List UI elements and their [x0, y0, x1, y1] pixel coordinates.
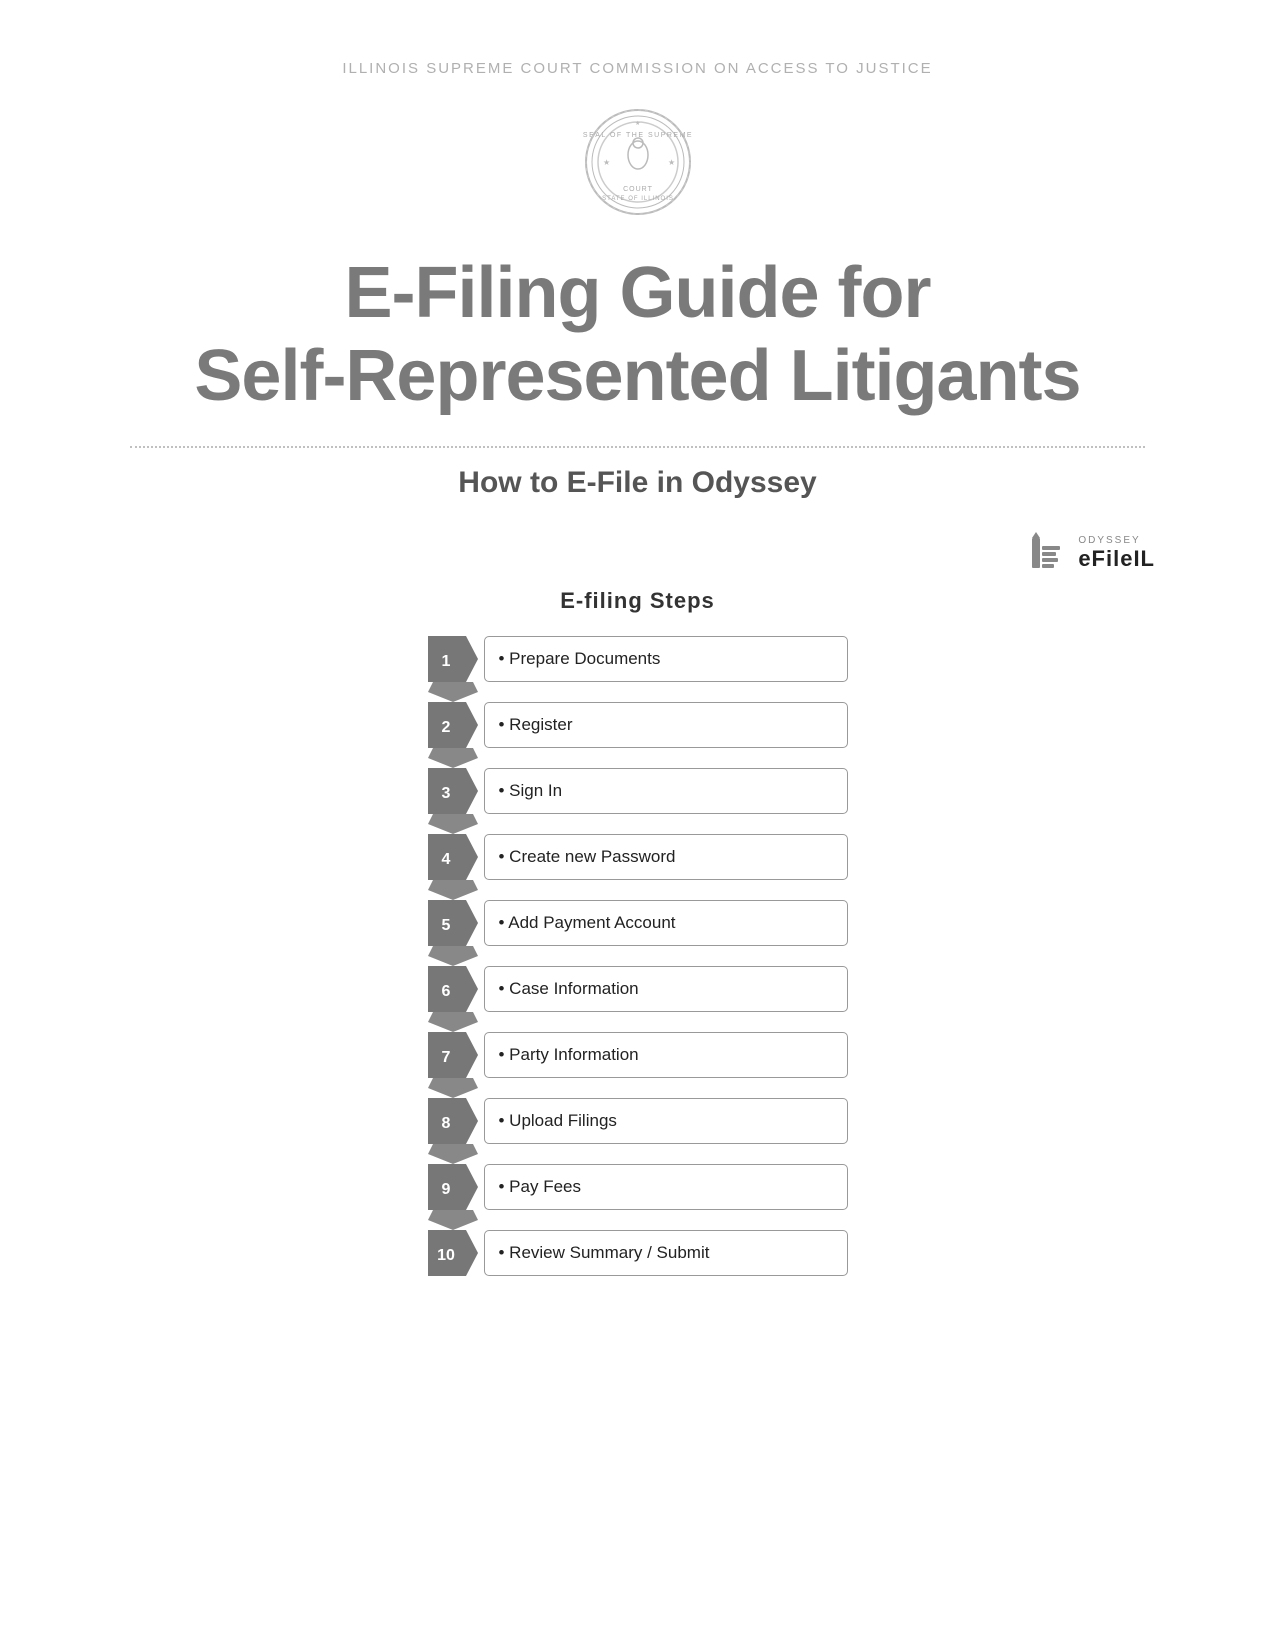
step-row-10: 10 • Review Summary / Submit	[428, 1230, 848, 1276]
step-label-1: • Prepare Documents	[484, 636, 848, 682]
step-arrow-icon: 5	[428, 900, 478, 946]
step-connector-9	[428, 1210, 478, 1230]
step-badge-1: 1	[428, 636, 478, 682]
step-connector-5	[428, 946, 478, 966]
step-badge-3: 3	[428, 768, 478, 814]
step-label-4: • Create new Password	[484, 834, 848, 880]
svg-text:COURT: COURT	[623, 186, 653, 193]
svg-text:4: 4	[441, 851, 450, 868]
step-entry-4: 4 • Create new Password	[428, 834, 848, 900]
subtitle: How to E-File in Odyssey	[458, 466, 816, 500]
step-arrow-icon: 1	[428, 636, 478, 682]
svg-text:★: ★	[668, 158, 675, 167]
step-row-4: 4 • Create new Password	[428, 834, 848, 880]
step-arrow-icon: 4	[428, 834, 478, 880]
step-label-3: • Sign In	[484, 768, 848, 814]
odyssey-logo: ODYSSEY eFileIL	[1022, 530, 1155, 578]
step-entry-8: 8 • Upload Filings	[428, 1098, 848, 1164]
steps-heading: E-filing Steps	[560, 588, 715, 614]
step-badge-2: 2	[428, 702, 478, 748]
step-label-7: • Party Information	[484, 1032, 848, 1078]
svg-text:6: 6	[441, 983, 450, 1000]
step-entry-1: 1 • Prepare Documents	[428, 636, 848, 702]
step-entry-7: 7 • Party Information	[428, 1032, 848, 1098]
step-row-6: 6 • Case Information	[428, 966, 848, 1012]
step-badge-10: 10	[428, 1230, 478, 1276]
step-arrow-icon: 7	[428, 1032, 478, 1078]
connector-arrow-icon	[428, 814, 478, 834]
connector-arrow-icon	[428, 1078, 478, 1098]
connector-arrow-icon	[428, 1144, 478, 1164]
step-arrow-icon: 2	[428, 702, 478, 748]
connector-arrow-icon	[428, 1012, 478, 1032]
step-badge-9: 9	[428, 1164, 478, 1210]
connector-arrow-icon	[428, 748, 478, 768]
svg-text:9: 9	[441, 1181, 450, 1198]
step-label-5: • Add Payment Account	[484, 900, 848, 946]
step-row-8: 8 • Upload Filings	[428, 1098, 848, 1144]
step-entry-9: 9 • Pay Fees	[428, 1164, 848, 1230]
step-entry-5: 5 • Add Payment Account	[428, 900, 848, 966]
svg-text:3: 3	[441, 785, 450, 802]
step-arrow-icon: 10	[428, 1230, 478, 1276]
connector-arrow-icon	[428, 946, 478, 966]
title-divider	[130, 446, 1146, 448]
step-connector-3	[428, 814, 478, 834]
step-arrow-icon: 9	[428, 1164, 478, 1210]
step-connector-2	[428, 748, 478, 768]
step-row-2: 2 • Register	[428, 702, 848, 748]
step-row-3: 3 • Sign In	[428, 768, 848, 814]
step-connector-7	[428, 1078, 478, 1098]
svg-text:1: 1	[441, 653, 450, 670]
connector-arrow-icon	[428, 880, 478, 900]
step-label-9: • Pay Fees	[484, 1164, 848, 1210]
step-connector-6	[428, 1012, 478, 1032]
step-badge-8: 8	[428, 1098, 478, 1144]
step-label-8: • Upload Filings	[484, 1098, 848, 1144]
step-connector-1	[428, 682, 478, 702]
efile-label: eFileIL	[1078, 546, 1155, 572]
page-wrapper: ILLINOIS SUPREME COURT COMMISSION ON ACC…	[0, 0, 1275, 1650]
svg-text:5: 5	[441, 917, 450, 934]
svg-text:7: 7	[441, 1049, 450, 1066]
step-label-10: • Review Summary / Submit	[484, 1230, 848, 1276]
steps-list: 1 • Prepare Documents 2 • Register 3 • S…	[428, 636, 848, 1276]
odyssey-logo-icon	[1022, 530, 1070, 578]
step-label-2: • Register	[484, 702, 848, 748]
step-label-6: • Case Information	[484, 966, 848, 1012]
step-arrow-icon: 6	[428, 966, 478, 1012]
main-title: E-Filing Guide for Self-Represented Liti…	[194, 252, 1080, 418]
step-badge-4: 4	[428, 834, 478, 880]
step-badge-5: 5	[428, 900, 478, 946]
step-entry-3: 3 • Sign In	[428, 768, 848, 834]
svg-text:★: ★	[635, 120, 640, 127]
org-name: ILLINOIS SUPREME COURT COMMISSION ON ACC…	[342, 60, 932, 77]
step-row-9: 9 • Pay Fees	[428, 1164, 848, 1210]
connector-arrow-icon	[428, 1210, 478, 1230]
step-entry-2: 2 • Register	[428, 702, 848, 768]
step-entry-6: 6 • Case Information	[428, 966, 848, 1032]
step-entry-10: 10 • Review Summary / Submit	[428, 1230, 848, 1276]
svg-text:★: ★	[603, 158, 610, 167]
step-row-1: 1 • Prepare Documents	[428, 636, 848, 682]
step-badge-6: 6	[428, 966, 478, 1012]
step-row-7: 7 • Party Information	[428, 1032, 848, 1078]
svg-text:10: 10	[437, 1247, 455, 1264]
odyssey-text: ODYSSEY eFileIL	[1078, 535, 1155, 572]
step-arrow-icon: 8	[428, 1098, 478, 1144]
svg-text:8: 8	[441, 1115, 450, 1132]
court-seal-icon: SEAL OF THE SUPREME COURT STATE OF ILLIN…	[583, 107, 693, 217]
connector-arrow-icon	[428, 682, 478, 702]
step-connector-8	[428, 1144, 478, 1164]
odyssey-label: ODYSSEY	[1078, 535, 1140, 546]
svg-text:2: 2	[441, 719, 450, 736]
step-connector-4	[428, 880, 478, 900]
step-badge-7: 7	[428, 1032, 478, 1078]
step-arrow-icon: 3	[428, 768, 478, 814]
step-row-5: 5 • Add Payment Account	[428, 900, 848, 946]
seal-container: SEAL OF THE SUPREME COURT STATE OF ILLIN…	[583, 107, 693, 222]
svg-text:STATE OF ILLINOIS: STATE OF ILLINOIS	[602, 196, 674, 202]
